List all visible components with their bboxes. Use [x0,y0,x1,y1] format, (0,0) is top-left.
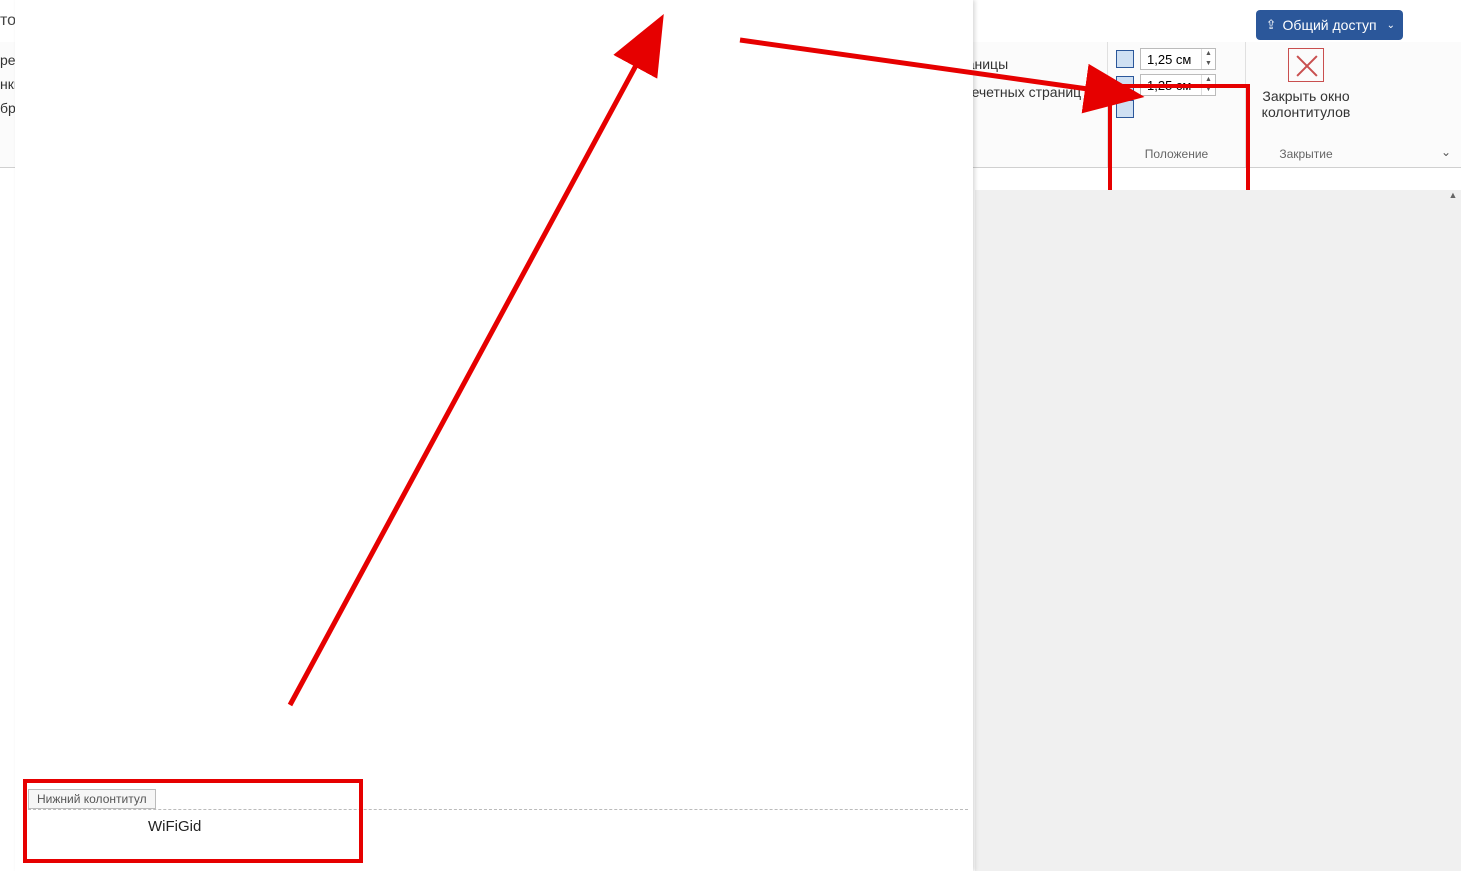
footer-area[interactable]: Нижний колонтитул WiFiGid [28,809,968,835]
ribbon-group-close: Закрыть окно колонтитулов Закрытие [1246,42,1366,167]
header-from-top-input[interactable]: 1,25 см ▲▼ [1140,48,1216,70]
footer-from-bottom-input[interactable]: 1,25 см ▲▼ [1140,74,1216,96]
share-button[interactable]: ⇪ Общий доступ ⌄ [1256,10,1403,40]
spinner-up-icon[interactable]: ▲ [1202,49,1215,59]
workspace-background [975,190,1461,871]
spinner-down-icon[interactable]: ▼ [1202,85,1215,95]
collapse-ribbon-icon[interactable]: ⌄ [1441,145,1451,159]
document-page[interactable] [15,0,973,871]
close-icon [1288,48,1324,82]
group-label-position: Положение [1108,147,1245,163]
spinner-up-icon[interactable]: ▲ [1202,75,1215,85]
spinner-down-icon[interactable]: ▼ [1202,59,1215,69]
scroll-up-icon[interactable]: ▲ [1445,190,1461,202]
close-header-footer-button[interactable]: Закрыть окно колонтитулов [1262,42,1351,120]
insert-alignment-tab-icon[interactable] [1116,100,1134,118]
group-label-close: Закрытие [1246,147,1366,163]
chevron-down-icon: ⌄ [1387,20,1395,31]
ribbon-group-position: 1,25 см ▲▼ 1,25 см ▲▼ Положение [1108,42,1246,167]
vertical-scrollbar[interactable]: ▲ [1445,190,1461,871]
header-from-top-icon [1116,50,1134,68]
share-icon: ⇪ [1266,17,1277,33]
footer-from-bottom-icon [1116,76,1134,94]
footer-tag-label: Нижний колонтитул [28,789,156,809]
footer-text[interactable]: WiFiGid [28,810,968,835]
share-label: Общий доступ [1283,17,1377,33]
